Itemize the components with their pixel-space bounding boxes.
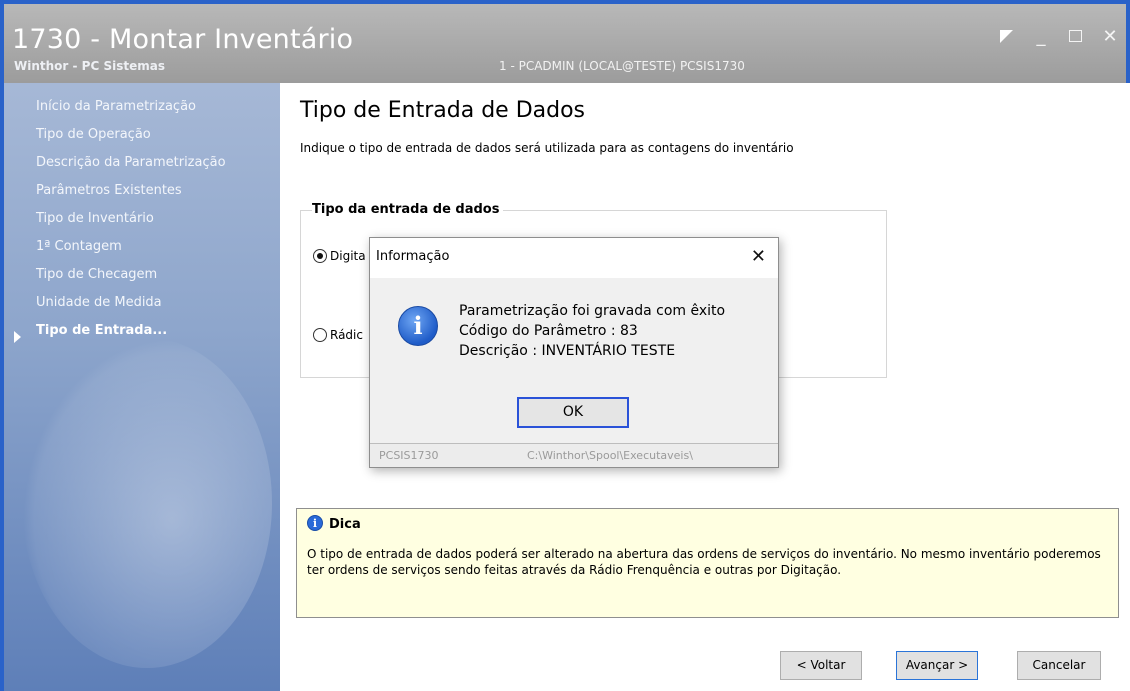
ok-button[interactable]: OK: [517, 397, 629, 428]
dialog-titlebar: Informação ✕: [370, 238, 778, 278]
sidebar-item-tipo-checagem[interactable]: Tipo de Checagem: [36, 264, 226, 292]
dialog-body: i Parametrização foi gravada com êxito C…: [370, 278, 778, 443]
information-icon: i: [398, 306, 438, 346]
close-icon[interactable]: ✕: [1102, 26, 1118, 47]
dialog-line-description: Descrição : INVENTÁRIO TESTE: [459, 343, 676, 359]
sidebar-item-contagem[interactable]: 1ª Contagem: [36, 236, 226, 264]
radio-digitacao[interactable]: Digita: [313, 249, 366, 263]
tip-text: O tipo de entrada de dados poderá ser al…: [307, 547, 1101, 577]
cancel-button[interactable]: Cancelar: [1017, 651, 1101, 680]
page-description: Indique o tipo de entrada de dados será …: [300, 141, 794, 155]
sidebar-item-tipo-entrada[interactable]: Tipo de Entrada...: [36, 320, 226, 348]
window-title: 1730 - Montar Inventário: [12, 24, 354, 55]
radio-radiofrequencia[interactable]: Rádic: [313, 328, 363, 342]
sidebar-item-unidade-medida[interactable]: Unidade de Medida: [36, 292, 226, 320]
radio-checked-icon: [313, 249, 327, 263]
window-controls: _ ✕: [1000, 26, 1118, 47]
status-path: C:\Winthor\Spool\Executaveis\: [527, 449, 693, 462]
window-titlebar: 1730 - Montar Inventário Winthor - PC Si…: [0, 0, 1130, 83]
user-info: 1 - PCADMIN (LOCAL@TESTE) PCSIS1730: [499, 59, 745, 73]
tip-box: i Dica O tipo de entrada de dados poderá…: [296, 508, 1119, 618]
maximize-icon[interactable]: [1069, 30, 1082, 42]
dialog-line-code: Código do Parâmetro : 83: [459, 323, 638, 339]
dialog-status-bar: PCSIS1730 C:\Winthor\Spool\Executaveis\: [370, 443, 778, 467]
restore-icon[interactable]: [1000, 30, 1013, 43]
dialog-message: Parametrização foi gravada com êxito Cód…: [459, 301, 725, 361]
wizard-sidebar: Início da Parametrização Tipo de Operaçã…: [0, 83, 280, 691]
dialog-title: Informação: [376, 249, 450, 264]
next-button[interactable]: Avançar >: [896, 651, 978, 680]
dialog-close-icon[interactable]: ✕: [751, 246, 766, 267]
sidebar-item-tipo-inventario[interactable]: Tipo de Inventário: [36, 208, 226, 236]
radio-digitacao-label: Digita: [330, 249, 366, 263]
sidebar-item-inicio[interactable]: Início da Parametrização: [36, 96, 226, 124]
winthor-logo: [22, 338, 272, 668]
wizard-steps: Início da Parametrização Tipo de Operaçã…: [36, 96, 226, 348]
back-button[interactable]: < Voltar: [780, 651, 862, 680]
radio-unchecked-icon: [313, 328, 327, 342]
dialog-line-success: Parametrização foi gravada com êxito: [459, 303, 726, 319]
tip-title: Dica: [329, 517, 361, 532]
current-step-arrow-icon: [14, 331, 21, 343]
status-program: PCSIS1730: [379, 449, 439, 462]
radio-radio-label: Rádic: [330, 328, 363, 342]
info-dialog: Informação ✕ i Parametrização foi gravad…: [369, 237, 779, 468]
sidebar-item-parametros[interactable]: Parâmetros Existentes: [36, 180, 226, 208]
info-icon: i: [307, 515, 323, 531]
sidebar-item-descricao[interactable]: Descrição da Parametrização: [36, 152, 226, 180]
sidebar-item-tipo-operacao[interactable]: Tipo de Operação: [36, 124, 226, 152]
window-subtitle: Winthor - PC Sistemas: [14, 59, 165, 73]
page-title: Tipo de Entrada de Dados: [300, 98, 586, 123]
minimize-icon[interactable]: _: [1033, 26, 1049, 47]
group-title: Tipo da entrada de dados: [312, 202, 504, 217]
